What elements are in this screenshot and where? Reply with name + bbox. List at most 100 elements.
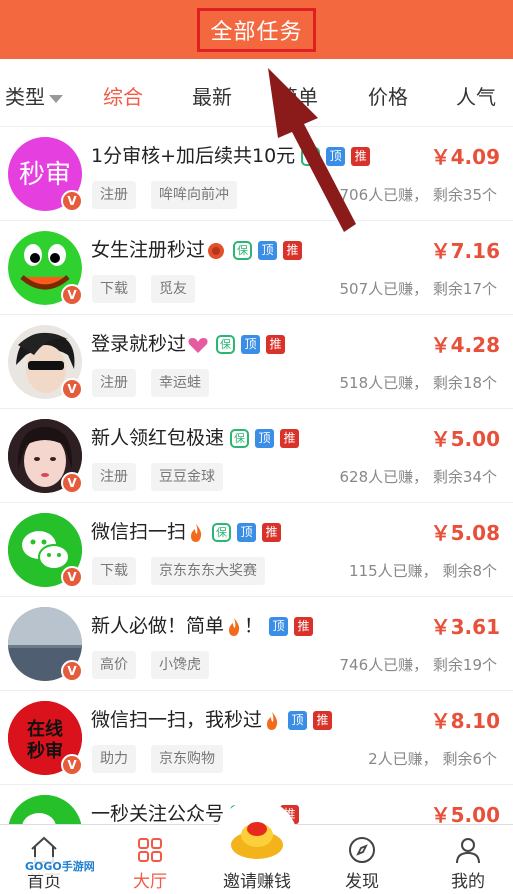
page-title: 全部任务 bbox=[210, 19, 303, 45]
top-icon: 顶 bbox=[269, 617, 289, 636]
tab-price[interactable]: 价格 bbox=[368, 81, 408, 110]
task-category-tag: 注册 bbox=[92, 181, 136, 209]
title-highlight-box: 全部任务 bbox=[197, 7, 316, 52]
verified-icon: V bbox=[61, 754, 83, 776]
task-name-tag: 小馋虎 bbox=[151, 651, 209, 679]
task-name-tag: 觅友 bbox=[151, 275, 195, 303]
user-icon bbox=[456, 838, 480, 864]
task-price: ￥5.08 bbox=[430, 521, 500, 545]
task-price: ￥4.28 bbox=[430, 333, 500, 357]
recommend-icon: 推 bbox=[280, 429, 300, 448]
top-icon: 顶 bbox=[255, 429, 275, 448]
rose-icon bbox=[208, 242, 225, 259]
nav-invite[interactable]: 邀请赚钱 bbox=[216, 825, 298, 894]
task-category-tag: 注册 bbox=[92, 369, 136, 397]
task-stats: 518人已赚， 剩余18个 bbox=[339, 374, 498, 392]
task-stats: 2人已赚， 剩余6个 bbox=[368, 750, 497, 768]
verified-icon: V bbox=[61, 378, 83, 400]
filter-tabs: 类型 综合 最新 简单 价格 人气 bbox=[0, 59, 513, 127]
task-title: 微信扫一扫，我秒过顶推 bbox=[91, 705, 333, 732]
grid-icon bbox=[138, 838, 162, 862]
header-bar: 全部任务 bbox=[0, 0, 513, 59]
task-price: ￥5.00 bbox=[430, 427, 500, 451]
guarantee-icon: 保 bbox=[233, 241, 253, 260]
top-icon: 顶 bbox=[237, 523, 257, 542]
task-name-tag: 哞哞向前冲 bbox=[151, 181, 237, 209]
fire-icon bbox=[229, 617, 240, 636]
verified-icon: V bbox=[61, 284, 83, 306]
task-category-tag: 下载 bbox=[92, 275, 136, 303]
guarantee-icon: 保 bbox=[230, 429, 250, 448]
guarantee-icon: 保 bbox=[301, 147, 321, 166]
verified-icon: V bbox=[61, 660, 83, 682]
compass-icon bbox=[349, 837, 375, 863]
task-stats: 507人已赚， 剩余17个 bbox=[339, 280, 498, 298]
tab-type-label: 类型 bbox=[5, 85, 45, 109]
top-icon: 顶 bbox=[326, 147, 346, 166]
task-title: 微信扫一扫保顶推 bbox=[91, 517, 282, 544]
task-name-tag: 京东东东大奖赛 bbox=[151, 557, 265, 585]
recommend-icon: 推 bbox=[283, 241, 303, 260]
task-row[interactable]: V 登录就秒过保顶推 ￥4.28 注册 幸运蛙 518人已赚， 剩余18个 bbox=[0, 315, 513, 409]
tab-simple[interactable]: 简单 bbox=[278, 81, 318, 110]
task-name-tag: 幸运蛙 bbox=[151, 369, 209, 397]
task-row[interactable]: V 微信扫一扫保顶推 ￥5.08 下载 京东东东大奖赛 115人已赚， 剩余8个 bbox=[0, 503, 513, 597]
nav-mine-label: 我的 bbox=[451, 872, 485, 892]
fire-icon bbox=[267, 711, 278, 730]
top-icon: 顶 bbox=[288, 711, 308, 730]
recommend-icon: 推 bbox=[262, 523, 282, 542]
recommend-icon: 推 bbox=[351, 147, 371, 166]
nav-discover-label: 发现 bbox=[345, 872, 379, 892]
svg-text:在线: 在线 bbox=[27, 718, 63, 740]
task-name-tag: 京东购物 bbox=[151, 745, 223, 773]
task-stats: 628人已赚， 剩余34个 bbox=[339, 468, 498, 486]
recommend-icon: 推 bbox=[266, 335, 286, 354]
task-title: 1分审核+加后续共10元保顶推 bbox=[91, 141, 371, 168]
task-row[interactable]: V 女生注册秒过保顶推 ￥7.16 下载 觅友 507人已赚， 剩余17个 bbox=[0, 221, 513, 315]
guarantee-icon: 保 bbox=[212, 523, 232, 542]
bottom-nav: 首页 大厅 邀请赚钱 发现 我的 GOGO手游网 bbox=[0, 799, 513, 894]
heart-icon bbox=[188, 337, 208, 353]
task-category-tag: 助力 bbox=[92, 745, 136, 773]
nav-hall[interactable]: 大厅 bbox=[110, 825, 190, 894]
task-title: 登录就秒过保顶推 bbox=[91, 329, 286, 356]
top-icon: 顶 bbox=[258, 241, 278, 260]
task-price: ￥3.61 bbox=[430, 615, 500, 639]
svg-text:秒审: 秒审 bbox=[19, 160, 71, 190]
task-price: ￥4.09 bbox=[430, 145, 500, 169]
app-screen: 全部任务 类型 综合 最新 简单 价格 人气 秒审 V 1分审核+加后续共10元… bbox=[0, 0, 513, 894]
svg-text:秒审: 秒审 bbox=[27, 740, 63, 762]
verified-icon: V bbox=[61, 190, 83, 212]
nav-mine[interactable]: 我的 bbox=[428, 825, 508, 894]
task-title: 新人领红包极速保顶推 bbox=[91, 423, 300, 450]
tab-type[interactable]: 类型 bbox=[5, 81, 63, 110]
task-row[interactable]: 在线 秒审 V 微信扫一扫，我秒过顶推 ￥8.10 助力 京东购物 2人已赚， … bbox=[0, 691, 513, 785]
watermark-logo: GOGO手游网 bbox=[22, 857, 98, 875]
task-price: ￥8.10 bbox=[430, 709, 500, 733]
task-row[interactable]: 秒审 V 1分审核+加后续共10元保顶推 ￥4.09 注册 哞哞向前冲 706人… bbox=[0, 127, 513, 221]
verified-icon: V bbox=[61, 566, 83, 588]
task-category-tag: 注册 bbox=[92, 463, 136, 491]
tab-overall[interactable]: 综合 bbox=[103, 81, 143, 110]
task-category-tag: 下载 bbox=[92, 557, 136, 585]
tab-popularity[interactable]: 人气 bbox=[456, 81, 496, 110]
task-stats: 115人已赚， 剩余8个 bbox=[349, 562, 497, 580]
tab-newest[interactable]: 最新 bbox=[192, 81, 232, 110]
nav-discover[interactable]: 发现 bbox=[322, 825, 402, 894]
task-row[interactable]: V 新人领红包极速保顶推 ￥5.00 注册 豆豆金球 628人已赚， 剩余34个 bbox=[0, 409, 513, 503]
task-title: 女生注册秒过保顶推 bbox=[91, 235, 303, 262]
task-stats: 706人已赚， 剩余35个 bbox=[339, 186, 498, 204]
top-icon: 顶 bbox=[241, 335, 261, 354]
task-row[interactable]: V 新人必做！简单！顶推 ￥3.61 高价 小馋虎 746人已赚， 剩余19个 bbox=[0, 597, 513, 691]
task-name-tag: 豆豆金球 bbox=[151, 463, 223, 491]
caret-down-icon bbox=[49, 94, 63, 103]
task-title: 新人必做！简单！顶推 bbox=[91, 611, 314, 638]
task-category-tag: 高价 bbox=[92, 651, 136, 679]
nav-invite-label: 邀请赚钱 bbox=[223, 872, 291, 892]
nav-hall-label: 大厅 bbox=[133, 872, 167, 892]
task-list: 秒审 V 1分审核+加后续共10元保顶推 ￥4.09 注册 哞哞向前冲 706人… bbox=[0, 127, 513, 879]
guarantee-icon: 保 bbox=[216, 335, 236, 354]
recommend-icon: 推 bbox=[313, 711, 333, 730]
verified-icon: V bbox=[61, 472, 83, 494]
recommend-icon: 推 bbox=[294, 617, 314, 636]
